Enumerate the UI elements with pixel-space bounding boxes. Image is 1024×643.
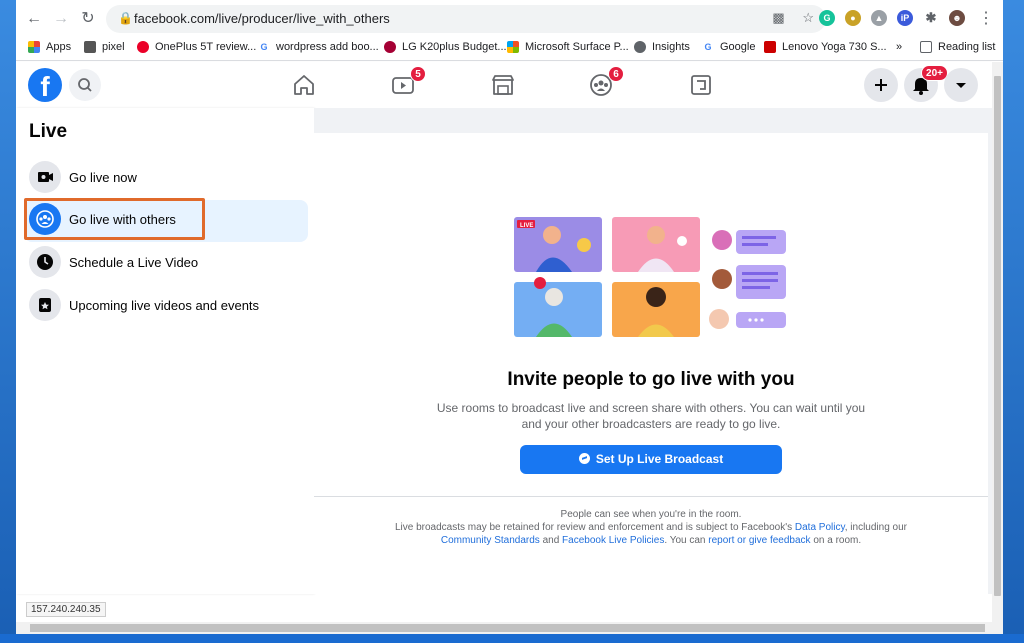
bookmarks-bar: Apps pixel OnePlus 5T review... G wordpr… — [16, 37, 1003, 61]
google-icon: G — [258, 41, 270, 53]
set-up-live-broadcast-button[interactable]: Set Up Live Broadcast — [520, 445, 782, 474]
sidebar-title: Live — [29, 121, 68, 142]
messenger-icon — [578, 453, 590, 464]
back-icon[interactable]: ← — [24, 9, 44, 29]
live-sidebar: Live Go live now Go live with others Sch… — [16, 108, 314, 594]
tab-marketplace[interactable] — [488, 70, 518, 100]
horizontal-scrollbar[interactable] — [16, 622, 1003, 634]
puzzle-extensions-icon[interactable]: ✱ — [923, 10, 939, 26]
calendar-icon — [29, 289, 61, 321]
bookmark-item[interactable]: Insights — [634, 41, 690, 53]
gaming-icon — [691, 75, 711, 95]
reading-list-button[interactable]: Reading list — [920, 41, 995, 53]
bookmark-item[interactable]: G wordpress add boo... — [258, 41, 379, 53]
bookmark-item[interactable]: LG K20plus Budget... — [384, 41, 507, 53]
tab-watch[interactable]: 5 — [388, 66, 426, 100]
address-bar[interactable]: 🔒 facebook.com/live/producer/live_with_o… — [106, 5, 826, 33]
camera-blocked-icon[interactable]: ▩ — [772, 10, 784, 25]
footer-notice: People can see when you're in the room. … — [394, 509, 907, 546]
browser-toolbar: ← → ↻ 🔒 facebook.com/live/producer/live_… — [16, 0, 1003, 37]
status-bar-url: 157.240.240.35 — [26, 602, 106, 617]
bookmark-item[interactable]: Lenovo Yoga 730 S... — [764, 41, 887, 53]
taskbar-strip — [0, 634, 1024, 643]
marketplace-icon — [492, 75, 514, 95]
search-icon — [78, 78, 92, 92]
desktop-background-left — [0, 0, 16, 643]
grammarly-extension-icon[interactable]: G — [819, 10, 835, 26]
tab-home[interactable] — [289, 70, 319, 100]
report-feedback-link[interactable]: report or give feedback — [708, 535, 810, 546]
live-policies-link[interactable]: Facebook Live Policies — [562, 535, 664, 546]
apple-icon — [84, 41, 96, 53]
divider — [314, 496, 988, 497]
browser-menu-icon[interactable]: ⋮ — [976, 9, 996, 29]
reload-icon[interactable]: ↻ — [78, 9, 98, 29]
clock-icon — [29, 246, 61, 278]
video-camera-icon — [29, 161, 61, 193]
page-description: Use rooms to broadcast live and screen s… — [436, 401, 866, 431]
more-bookmarks-button[interactable]: » — [896, 41, 902, 53]
plus-icon — [875, 79, 887, 91]
google-icon: G — [702, 41, 714, 53]
tab-gaming[interactable] — [686, 70, 716, 100]
sidebar-item-upcoming-live-videos[interactable]: Upcoming live videos and events — [24, 286, 308, 328]
bookmark-item[interactable]: OnePlus 5T review... — [137, 41, 256, 53]
lock-icon[interactable]: 🔒 — [118, 11, 133, 25]
apps-grid-icon — [28, 41, 40, 53]
bookmark-item[interactable]: pixel — [84, 41, 125, 53]
live-tag: LIVE — [520, 223, 533, 229]
bookmark-item[interactable]: Microsoft Surface P... — [507, 41, 629, 53]
bookmark-star-icon[interactable]: ☆ — [802, 10, 814, 25]
bookmark-item[interactable]: Apps — [28, 41, 71, 53]
lg-icon — [384, 41, 396, 53]
sidebar-item-schedule-live-video[interactable]: Schedule a Live Video — [24, 243, 308, 285]
groups-badge: 6 — [608, 66, 624, 82]
oneplus-icon — [137, 41, 149, 53]
forward-icon[interactable]: → — [51, 9, 71, 29]
scrollbar-thumb[interactable] — [30, 624, 985, 632]
scrollbar-thumb[interactable] — [994, 76, 1001, 596]
desktop-background-right — [1003, 0, 1024, 643]
cnet-icon — [764, 41, 776, 53]
shield-extension-icon[interactable]: ▲ — [871, 10, 887, 26]
facebook-logo[interactable]: f — [28, 68, 62, 102]
tab-groups[interactable]: 6 — [586, 66, 624, 100]
facebook-header: f 5 6 20+ — [16, 62, 992, 108]
reading-list-icon — [920, 41, 932, 53]
sidebar-item-go-live-now[interactable]: Go live now — [24, 158, 308, 200]
globe-icon — [634, 41, 646, 53]
live-with-others-card: LIVE Invite people to go live with you U… — [314, 133, 988, 594]
community-standards-link[interactable]: Community Standards — [441, 535, 540, 546]
extension-icon[interactable]: ● — [845, 10, 861, 26]
profile-avatar[interactable]: ☻ — [949, 10, 965, 26]
microsoft-icon — [507, 41, 519, 53]
account-menu-button[interactable] — [944, 68, 978, 102]
browser-window: ← → ↻ 🔒 facebook.com/live/producer/live_… — [16, 0, 1003, 634]
watch-badge: 5 — [410, 66, 426, 82]
caret-down-icon — [956, 83, 966, 88]
url-text[interactable]: facebook.com/live/producer/live_with_oth… — [134, 11, 390, 26]
create-button[interactable] — [864, 68, 898, 102]
search-button[interactable] — [69, 69, 101, 101]
page-title: Invite people to go live with you — [507, 369, 795, 390]
bookmark-item[interactable]: G Google — [702, 41, 755, 53]
data-policy-link[interactable]: Data Policy — [795, 522, 845, 533]
main-content-area: LIVE Invite people to go live with you U… — [314, 108, 992, 594]
ip-extension-icon[interactable]: iP — [897, 10, 913, 26]
notifications-button[interactable]: 20+ — [904, 65, 948, 102]
live-rooms-illustration: LIVE — [514, 217, 786, 337]
highlight-annotation — [24, 198, 205, 240]
home-icon — [294, 75, 314, 95]
vertical-scrollbar[interactable] — [992, 62, 1003, 622]
